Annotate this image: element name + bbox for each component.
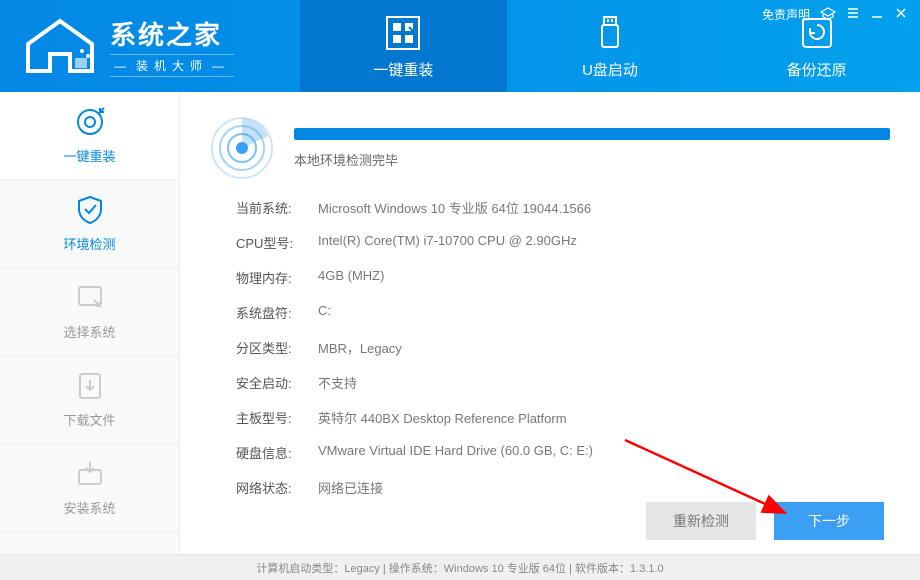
close-button[interactable]	[894, 6, 908, 23]
info-value: Intel(R) Core(TM) i7-10700 CPU @ 2.90GHz	[318, 233, 577, 252]
next-button[interactable]: 下一步	[774, 502, 884, 540]
logo-house-icon	[20, 16, 100, 76]
progress-area: 本地环境检测完毕	[294, 128, 890, 169]
tab-label: 一键重装	[373, 59, 433, 80]
info-label: 当前系统:	[236, 198, 318, 217]
logo-subtitle: 装机大师	[110, 54, 234, 77]
info-value: 网络已连接	[318, 478, 383, 497]
sidebar-item-label: 一键重装	[63, 146, 115, 165]
tab-label: U盘启动	[582, 59, 638, 80]
sidebar: 一键重装 环境检测 选择系统 下载文件	[0, 92, 180, 554]
info-row-memory: 物理内存: 4GB (MHZ)	[236, 268, 890, 287]
body: 一键重装 环境检测 选择系统 下载文件	[0, 92, 920, 554]
recheck-button[interactable]: 重新检测	[646, 502, 756, 540]
info-label: 网络状态:	[236, 478, 318, 497]
info-value: 英特尔 440BX Desktop Reference Platform	[318, 408, 567, 427]
windows-icon	[383, 13, 423, 53]
info-list: 当前系统: Microsoft Windows 10 专业版 64位 19044…	[210, 198, 890, 497]
info-row-secureboot: 安全启动: 不支持	[236, 373, 890, 392]
info-value: MBR，Legacy	[318, 338, 402, 357]
info-row-cpu: CPU型号: Intel(R) Core(TM) i7-10700 CPU @ …	[236, 233, 890, 252]
shield-check-icon	[74, 194, 106, 226]
info-row-drive: 系统盘符: C:	[236, 303, 890, 322]
info-value: 不支持	[318, 373, 357, 392]
main-content: 本地环境检测完毕 当前系统: Microsoft Windows 10 专业版 …	[180, 92, 920, 554]
status-text: 计算机启动类型：Legacy | 操作系统：Windows 10 专业版 64位…	[256, 560, 663, 576]
info-value: 4GB (MHZ)	[318, 268, 384, 287]
progress-text: 本地环境检测完毕	[294, 150, 890, 169]
info-row-network: 网络状态: 网络已连接	[236, 478, 890, 497]
radar-icon	[210, 116, 274, 180]
sidebar-item-label: 环境检测	[63, 234, 115, 253]
minimize-button[interactable]	[870, 6, 884, 23]
info-row-os: 当前系统: Microsoft Windows 10 专业版 64位 19044…	[236, 198, 890, 217]
logo-title: 系统之家	[110, 15, 234, 52]
disclaimer-link[interactable]: 免责声明	[762, 6, 810, 23]
tab-reinstall[interactable]: 一键重装	[300, 0, 507, 92]
usb-icon	[590, 13, 630, 53]
sidebar-item-install[interactable]: 安装系统	[0, 444, 179, 532]
info-label: 主板型号:	[236, 408, 318, 427]
sidebar-item-download[interactable]: 下载文件	[0, 356, 179, 444]
info-row-partition: 分区类型: MBR，Legacy	[236, 338, 890, 357]
detect-header: 本地环境检测完毕	[210, 116, 890, 180]
tab-usb-boot[interactable]: U盘启动	[507, 0, 714, 92]
top-right-controls: 免责声明	[762, 6, 908, 23]
info-label: CPU型号:	[236, 233, 318, 252]
info-value: VMware Virtual IDE Hard Drive (60.0 GB, …	[318, 443, 593, 462]
sidebar-item-label: 安装系统	[63, 498, 115, 517]
sidebar-item-env-check[interactable]: 环境检测	[0, 180, 179, 268]
info-label: 安全启动:	[236, 373, 318, 392]
install-icon	[74, 458, 106, 490]
info-label: 系统盘符:	[236, 303, 318, 322]
info-label: 硬盘信息:	[236, 443, 318, 462]
info-value: C:	[318, 303, 331, 322]
status-bar: 计算机启动类型：Legacy | 操作系统：Windows 10 专业版 64位…	[0, 554, 920, 580]
sidebar-item-label: 选择系统	[63, 322, 115, 341]
download-icon	[74, 370, 106, 402]
target-icon	[74, 106, 106, 138]
logo-area: 系统之家 装机大师	[0, 15, 300, 77]
action-buttons: 重新检测 下一步	[646, 502, 884, 540]
info-value: Microsoft Windows 10 专业版 64位 19044.1566	[318, 198, 591, 217]
menu-icon[interactable]	[846, 6, 860, 23]
sidebar-item-select-system[interactable]: 选择系统	[0, 268, 179, 356]
info-label: 分区类型:	[236, 338, 318, 357]
info-label: 物理内存:	[236, 268, 318, 287]
sidebar-item-label: 下载文件	[63, 410, 115, 429]
select-icon	[74, 282, 106, 314]
progress-bar	[294, 128, 890, 140]
graduate-icon[interactable]	[820, 6, 836, 23]
info-row-motherboard: 主板型号: 英特尔 440BX Desktop Reference Platfo…	[236, 408, 890, 427]
header: 系统之家 装机大师 一键重装 U盘启动	[0, 0, 920, 92]
info-row-disk: 硬盘信息: VMware Virtual IDE Hard Drive (60.…	[236, 443, 890, 462]
sidebar-item-reinstall[interactable]: 一键重装	[0, 92, 179, 180]
tab-label: 备份还原	[787, 59, 847, 80]
